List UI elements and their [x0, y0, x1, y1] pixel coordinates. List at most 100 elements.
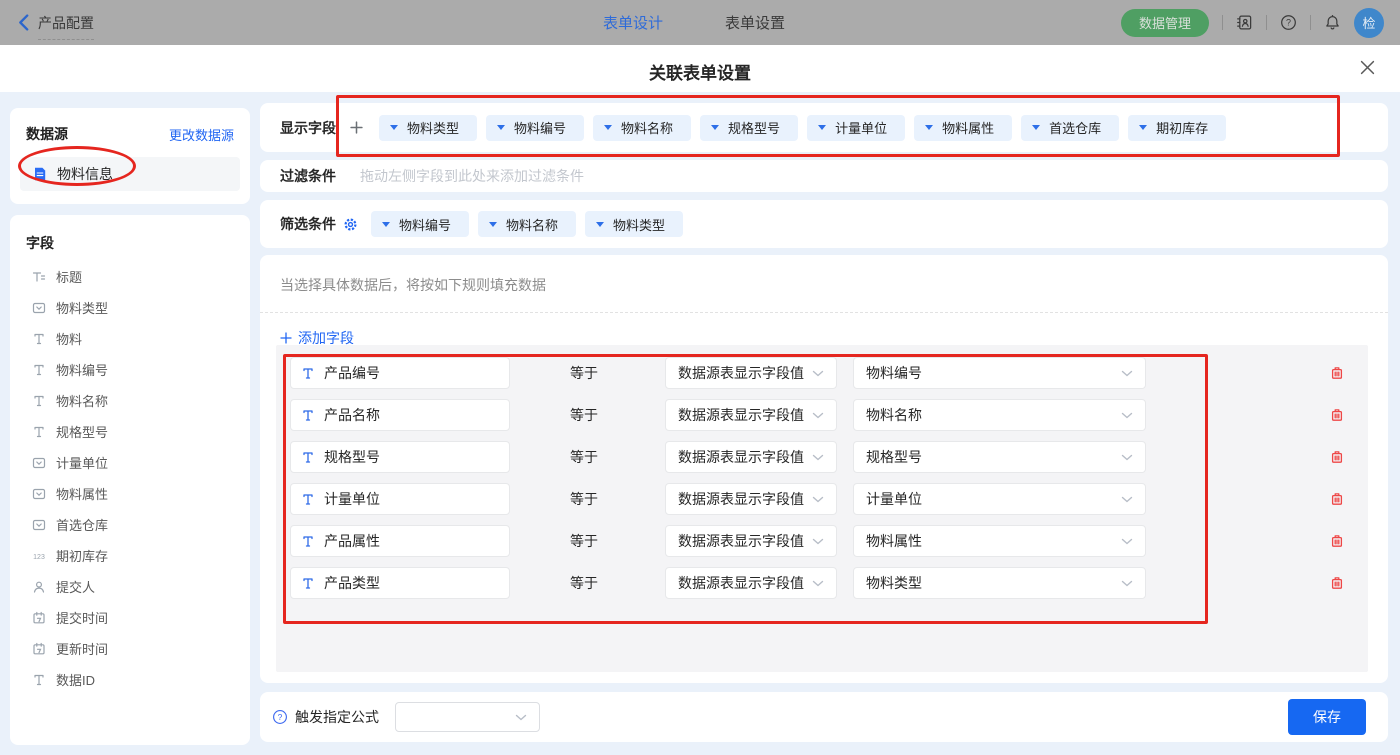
field-item[interactable]: 计量单位 — [10, 447, 250, 478]
display-field-tag[interactable]: 首选仓库 — [1021, 115, 1119, 141]
help-icon[interactable]: ? — [1280, 14, 1297, 31]
rule-value-value: 计量单位 — [866, 489, 922, 509]
formula-help-icon[interactable]: ? — [272, 709, 288, 725]
formula-label: 触发指定公式 — [295, 707, 379, 727]
display-field-tag[interactable]: 物料编号 — [486, 115, 584, 141]
field-item[interactable]: 标题 — [10, 261, 250, 292]
rule-value-select[interactable]: 物料编号 — [853, 357, 1146, 389]
caret-down-icon — [497, 125, 505, 130]
field-item[interactable]: 提交时间 — [10, 602, 250, 633]
chevron-down-icon — [1121, 412, 1133, 419]
display-field-tag[interactable]: 物料属性 — [914, 115, 1012, 141]
contacts-icon[interactable] — [1236, 14, 1253, 31]
field-item[interactable]: 数据ID — [10, 664, 250, 695]
rule-row: 计量单位 等于 数据源表显示字段值 计量单位 — [290, 483, 1354, 515]
rule-value-select[interactable]: 物料类型 — [853, 567, 1146, 599]
equals-label: 等于 — [570, 363, 598, 383]
field-item[interactable]: 提交人 — [10, 571, 250, 602]
rule-source-select[interactable]: 数据源表显示字段值 — [665, 399, 837, 431]
change-datasource-link[interactable]: 更改数据源 — [169, 125, 234, 144]
dashed-divider — [260, 312, 1388, 313]
chevron-down-icon — [812, 496, 824, 503]
field-item-label: 计量单位 — [56, 453, 108, 472]
delete-rule-button[interactable] — [1329, 449, 1345, 465]
caret-down-icon — [1139, 125, 1147, 130]
close-button[interactable] — [1360, 60, 1375, 75]
rule-source-select[interactable]: 数据源表显示字段值 — [665, 357, 837, 389]
datasource-item[interactable]: 物料信息 — [20, 157, 240, 191]
select-icon — [32, 456, 46, 470]
caret-down-icon — [382, 222, 390, 227]
rule-source-select[interactable]: 数据源表显示字段值 — [665, 441, 837, 473]
text-icon — [32, 425, 46, 439]
field-item[interactable]: 物料 — [10, 323, 250, 354]
field-item-label: 提交人 — [56, 577, 95, 596]
trash-icon — [1329, 365, 1345, 381]
data-manage-button[interactable]: 数据管理 — [1121, 9, 1209, 37]
display-field-tag[interactable]: 物料类型 — [379, 115, 477, 141]
tag-label: 物料属性 — [942, 118, 994, 137]
field-item[interactable]: 123 期初库存 — [10, 540, 250, 571]
tag-label: 物料名称 — [506, 215, 558, 234]
rule-value-select[interactable]: 物料属性 — [853, 525, 1146, 557]
field-item-label: 物料属性 — [56, 484, 108, 503]
rule-value-select[interactable]: 计量单位 — [853, 483, 1146, 515]
field-item[interactable]: 物料编号 — [10, 354, 250, 385]
save-button[interactable]: 保存 — [1288, 699, 1366, 735]
field-item-label: 首选仓库 — [56, 515, 108, 534]
delete-rule-button[interactable] — [1329, 575, 1345, 591]
rule-field-input[interactable]: 产品属性 — [290, 525, 510, 557]
field-item[interactable]: 规格型号 — [10, 416, 250, 447]
rule-source-select[interactable]: 数据源表显示字段值 — [665, 567, 837, 599]
modal-body: 数据源 更改数据源 物料信息 字段 标题 物料类型 — [0, 92, 1400, 755]
display-field-tag[interactable]: 期初库存 — [1128, 115, 1226, 141]
rule-field-input[interactable]: 产品类型 — [290, 567, 510, 599]
delete-rule-button[interactable] — [1329, 365, 1345, 381]
display-field-tag[interactable]: 物料名称 — [593, 115, 691, 141]
chevron-down-icon — [515, 714, 527, 721]
display-field-tag[interactable]: 计量单位 — [807, 115, 905, 141]
add-display-field-button[interactable] — [350, 121, 363, 134]
modal-header: 关联表单设置 — [0, 45, 1400, 92]
field-item-label: 数据ID — [56, 670, 95, 689]
filter-dropzone[interactable]: 拖动左侧字段到此处来添加过滤条件 — [360, 166, 584, 186]
field-item-label: 物料 — [56, 329, 82, 348]
divider — [1222, 15, 1223, 30]
screen-field-tag[interactable]: 物料编号 — [371, 211, 469, 237]
chevron-down-icon — [1121, 454, 1133, 461]
delete-rule-button[interactable] — [1329, 407, 1345, 423]
field-item-label: 规格型号 — [56, 422, 108, 441]
formula-select[interactable] — [395, 702, 540, 732]
rule-source-select[interactable]: 数据源表显示字段值 — [665, 483, 837, 515]
chevron-down-icon — [812, 538, 824, 545]
screen-field-tag[interactable]: 物料类型 — [585, 211, 683, 237]
rule-field-input[interactable]: 产品编号 — [290, 357, 510, 389]
field-item[interactable]: 物料属性 — [10, 478, 250, 509]
rule-source-value: 数据源表显示字段值 — [678, 531, 804, 551]
rule-source-select[interactable]: 数据源表显示字段值 — [665, 525, 837, 557]
display-field-tag[interactable]: 规格型号 — [700, 115, 798, 141]
delete-rule-button[interactable] — [1329, 491, 1345, 507]
field-item[interactable]: 更新时间 — [10, 633, 250, 664]
tag-label: 物料编号 — [399, 215, 451, 234]
delete-rule-button[interactable] — [1329, 533, 1345, 549]
modal-title: 关联表单设置 — [0, 59, 1400, 84]
field-item[interactable]: 物料类型 — [10, 292, 250, 323]
field-item[interactable]: 物料名称 — [10, 385, 250, 416]
footer-bar: ? 触发指定公式 保存 — [260, 692, 1388, 742]
rule-value-select[interactable]: 规格型号 — [853, 441, 1146, 473]
avatar[interactable]: 检 — [1354, 8, 1384, 38]
screen-field-tag[interactable]: 物料名称 — [478, 211, 576, 237]
select-icon — [32, 487, 46, 501]
rule-field-input[interactable]: 产品名称 — [290, 399, 510, 431]
rule-row: 产品编号 等于 数据源表显示字段值 物料编号 — [290, 357, 1354, 389]
chevron-down-icon — [1121, 538, 1133, 545]
tab-form-design[interactable]: 表单设计 — [603, 12, 663, 33]
rule-field-input[interactable]: 计量单位 — [290, 483, 510, 515]
rule-field-input[interactable]: 规格型号 — [290, 441, 510, 473]
bell-icon[interactable] — [1324, 14, 1341, 31]
field-item[interactable]: 首选仓库 — [10, 509, 250, 540]
tab-form-settings[interactable]: 表单设置 — [725, 12, 785, 33]
rule-value-select[interactable]: 物料名称 — [853, 399, 1146, 431]
gear-icon[interactable] — [343, 217, 358, 232]
